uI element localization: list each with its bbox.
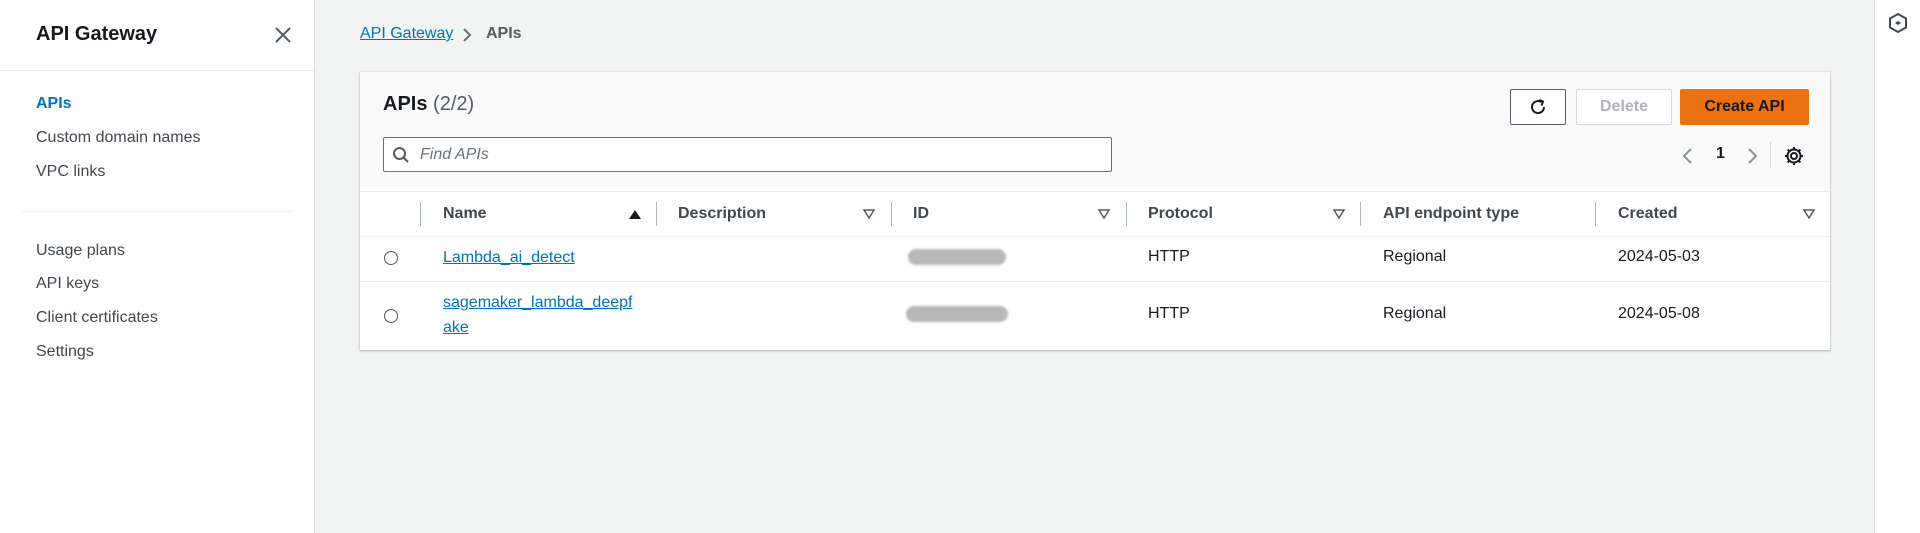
sidebar-item-client-certificates[interactable]: Client certificates [36, 309, 158, 327]
breadcrumb-current: APIs [486, 25, 522, 42]
api-name-line2: ake [443, 319, 469, 336]
created-cell: 2024-05-03 [1618, 248, 1700, 265]
gear-icon[interactable] [1783, 145, 1805, 167]
search-icon [393, 147, 409, 163]
sidebar-item-settings[interactable]: Settings [36, 343, 94, 361]
column-divider [1595, 202, 1596, 226]
protocol-cell: HTTP [1148, 248, 1190, 265]
hexagon-icon[interactable] [1887, 12, 1909, 34]
sidebar-item-usage-plans[interactable]: Usage plans [36, 242, 125, 260]
breadcrumb-api-gateway[interactable]: API Gateway [360, 25, 453, 43]
delete-button[interactable]: Delete [1576, 89, 1672, 125]
column-header-protocol[interactable]: Protocol [1148, 191, 1213, 236]
row-divider [360, 281, 1830, 282]
sidebar-item-vpc-links[interactable]: VPC links [36, 163, 105, 181]
sort-desc-icon[interactable] [1332, 207, 1346, 221]
chevron-right-icon[interactable] [1744, 147, 1760, 165]
api-name-link[interactable]: sagemaker_lambda_deepfake [443, 290, 632, 340]
sidebar-item-custom-domain-names[interactable]: Custom domain names [36, 129, 201, 147]
column-divider [891, 202, 892, 226]
endpoint-type-cell: Regional [1383, 305, 1447, 322]
apis-table-panel: APIs (2/2) Delete Create API 1 [360, 72, 1830, 350]
sort-asc-icon[interactable] [628, 207, 642, 221]
redacted-id [908, 249, 1006, 265]
close-icon[interactable] [270, 22, 296, 48]
panel-count: (2/2) [433, 93, 475, 115]
sidebar-header: API Gateway [0, 0, 314, 71]
sort-desc-icon[interactable] [1802, 207, 1816, 221]
sidebar: API Gateway APIs Custom domain names VPC… [0, 0, 315, 533]
sidebar-divider [22, 211, 294, 212]
row-select-radio[interactable] [384, 309, 398, 323]
column-header-name[interactable]: Name [443, 191, 487, 236]
row-select-radio[interactable] [384, 251, 398, 265]
chevron-left-icon[interactable] [1680, 147, 1696, 165]
page-number[interactable]: 1 [1716, 145, 1725, 163]
refresh-button[interactable] [1510, 89, 1566, 125]
sidebar-item-apis[interactable]: APIs [36, 95, 72, 113]
column-header-endpoint-type[interactable]: API endpoint type [1383, 191, 1519, 236]
column-header-created[interactable]: Created [1618, 191, 1678, 236]
column-header-id[interactable]: ID [913, 191, 929, 236]
created-cell: 2024-05-08 [1618, 305, 1700, 322]
column-divider [1126, 202, 1127, 226]
sidebar-item-api-keys[interactable]: API keys [36, 275, 99, 293]
create-api-button[interactable]: Create API [1680, 89, 1809, 125]
column-header-description[interactable]: Description [678, 191, 766, 236]
sort-desc-icon[interactable] [862, 207, 876, 221]
column-divider [420, 202, 421, 226]
api-name-link[interactable]: Lambda_ai_detect [443, 245, 575, 270]
sort-desc-icon[interactable] [1097, 207, 1111, 221]
search-input[interactable] [420, 138, 1100, 171]
api-name-line1: sagemaker_lambda_deepf [443, 294, 633, 311]
panel-header: APIs (2/2) Delete Create API 1 [360, 72, 1830, 192]
column-divider [656, 202, 657, 226]
panel-title: APIs (2/2) [383, 93, 474, 116]
redacted-id [906, 306, 1008, 322]
column-divider [1360, 202, 1361, 226]
refresh-icon [1531, 99, 1546, 115]
pager-divider [1770, 142, 1771, 168]
search-box [383, 137, 1112, 172]
endpoint-type-cell: Regional [1383, 248, 1447, 265]
panel-title-text: APIs [383, 93, 428, 115]
sidebar-title: API Gateway [36, 23, 158, 45]
right-rail [1874, 0, 1920, 533]
row-divider [360, 236, 1830, 237]
chevron-right-icon [463, 28, 472, 42]
protocol-cell: HTTP [1148, 305, 1190, 322]
